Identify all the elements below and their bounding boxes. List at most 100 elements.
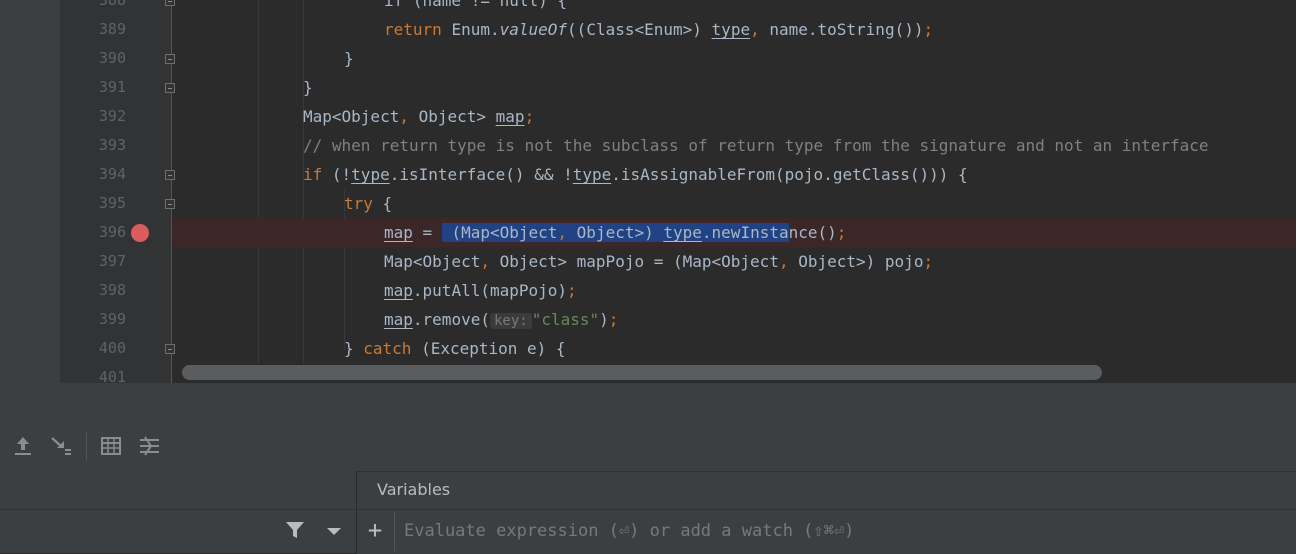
line-number[interactable]: 399 (60, 305, 126, 334)
code-token: nce() (788, 223, 837, 242)
line-number[interactable]: 397 (60, 247, 126, 276)
code-token: Object> (418, 107, 496, 126)
code-token: (Exception e) { (421, 339, 566, 358)
code-token: Object>) pojo (798, 252, 924, 271)
code-token: Enum. (451, 20, 500, 39)
code-token: map (384, 310, 413, 329)
variables-header (357, 471, 1296, 510)
code-line[interactable]: } (344, 44, 354, 73)
code-line[interactable]: if (!type.isInterface() && !type.isAssig… (303, 160, 968, 189)
fold-marker-icon[interactable] (165, 199, 175, 209)
code-line[interactable]: } catch (Exception e) { (344, 334, 566, 363)
code-token: ; (567, 281, 577, 300)
code-token: , (480, 252, 500, 271)
line-number[interactable]: 392 (60, 102, 126, 131)
line-number[interactable]: 389 (60, 15, 126, 44)
code-token: ; (923, 20, 934, 39)
code-token: , (557, 223, 577, 242)
indent-guide (258, 0, 259, 383)
line-number[interactable]: 394 (60, 160, 126, 189)
code-token: type (663, 223, 702, 242)
evaluate-separator (394, 511, 395, 551)
code-line[interactable]: // when return type is not the subclass … (303, 131, 1208, 160)
chevron-down-icon[interactable] (324, 521, 344, 541)
code-token: (Map<Object (441, 223, 558, 242)
line-number[interactable]: 393 (60, 131, 126, 160)
code-token: // when return type is not the subclass … (303, 136, 1209, 155)
breakpoint-icon[interactable] (131, 224, 149, 242)
evaluate-expression-input[interactable] (404, 516, 1284, 546)
code-line[interactable]: map = (Map<Object, Object>) type.newInst… (384, 218, 846, 247)
code-line[interactable]: map.putAll(mapPojo); (384, 276, 577, 305)
code-token: } (303, 78, 313, 97)
run-to-cursor-icon[interactable] (48, 434, 74, 458)
code-token: .newInsta (701, 223, 789, 242)
code-line[interactable]: try { (344, 189, 392, 218)
fold-marker-icon[interactable] (165, 0, 175, 6)
trace-icon[interactable] (137, 434, 163, 458)
code-token: ) (599, 310, 609, 329)
fold-marker-icon[interactable] (165, 344, 175, 354)
code-token: ; (524, 107, 535, 126)
debug-toolbar (0, 423, 1296, 471)
code-token: "class" (531, 310, 600, 329)
code-line[interactable]: if (name != null) { (384, 0, 567, 15)
code-line[interactable]: return Enum.valueOf((Class<Enum>) type, … (384, 15, 933, 44)
fold-marker-icon[interactable] (165, 170, 175, 180)
code-token: .remove( (412, 310, 490, 329)
code-token: Map<Object (303, 107, 400, 126)
line-number[interactable]: 396 (60, 218, 126, 247)
code-token: if (name != null) { (384, 0, 568, 10)
fold-marker-icon[interactable] (165, 54, 175, 64)
code-token: type (711, 20, 751, 39)
filter-icon[interactable] (283, 518, 307, 542)
line-number[interactable]: 388 (60, 0, 126, 15)
code-token: map (384, 281, 413, 300)
toolbar-separator (86, 432, 87, 460)
line-number[interactable]: 395 (60, 189, 126, 218)
code-token: Object>) (576, 223, 664, 242)
code-token: ((Class<Enum>) (567, 20, 712, 39)
code-token: if (303, 165, 332, 184)
code-token: try (344, 194, 383, 213)
code-token: , (399, 107, 419, 126)
fold-marker-icon[interactable] (165, 83, 175, 93)
code-token: map (384, 223, 413, 242)
code-line[interactable]: } (303, 73, 313, 102)
code-token: ; (923, 252, 934, 271)
parameter-hint: key: (489, 313, 532, 329)
frames-divider (0, 509, 356, 510)
line-number[interactable]: 390 (60, 44, 126, 73)
add-watch-button[interactable]: + (362, 515, 388, 545)
code-token: , (750, 20, 770, 39)
code-token: Object> mapPojo = (Map<Object (499, 252, 779, 271)
code-token: = (412, 223, 442, 242)
code-token: name.toString() (769, 20, 914, 39)
code-token: map (495, 107, 525, 126)
code-token: ; (836, 223, 847, 242)
code-line[interactable]: Map<Object, Object> map; (303, 102, 534, 131)
code-line[interactable]: Map<Object, Object> mapPojo = (Map<Objec… (384, 247, 933, 276)
code-token: , (778, 252, 799, 271)
code-token: type (572, 165, 612, 184)
code-token: ; (608, 310, 619, 329)
evaluate-table-icon[interactable] (98, 434, 124, 458)
code-token: .isAssignableFrom(pojo.getClass())) { (611, 165, 968, 184)
horizontal-scrollbar-thumb[interactable] (182, 365, 1102, 380)
code-token: type (351, 165, 390, 184)
code-token: } (344, 339, 364, 358)
code-token: } (344, 49, 354, 68)
code-line[interactable]: map.remove(key: "class"); (384, 305, 618, 336)
code-token: valueOf (499, 20, 568, 39)
code-token: catch (363, 339, 422, 358)
debug-panel-header (0, 383, 1296, 423)
code-token: Map<Object (384, 252, 481, 271)
line-number[interactable]: 398 (60, 276, 126, 305)
variables-title: Variables (377, 480, 451, 499)
line-number[interactable]: 400 (60, 334, 126, 363)
code-token: { (382, 194, 393, 213)
line-number[interactable]: 391 (60, 73, 126, 102)
indent-guide (303, 0, 304, 383)
left-tool-strip (0, 0, 60, 383)
step-out-icon[interactable] (10, 434, 36, 458)
